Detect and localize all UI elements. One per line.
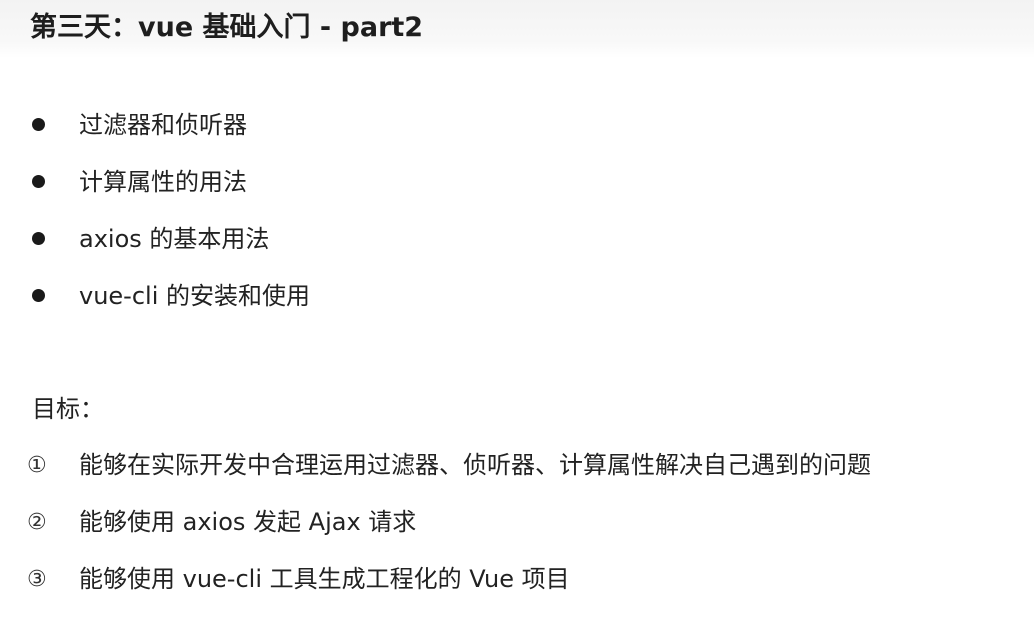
bullet-icon xyxy=(32,289,45,302)
bullet-icon xyxy=(32,118,45,131)
goal-number: ② xyxy=(27,510,47,535)
bullet-icon xyxy=(32,232,45,245)
topic-text: 计算属性的用法 xyxy=(79,168,247,196)
title-bar: 第三天：vue 基础入门 - part2 xyxy=(0,0,1034,58)
goal-text: 能够使用 vue-cli 工具生成工程化的 Vue 项目 xyxy=(79,565,570,593)
topic-text: vue-cli 的安装和使用 xyxy=(79,282,310,310)
bullet-icon xyxy=(32,175,45,188)
page-title: 第三天：vue 基础入门 - part2 xyxy=(30,12,424,43)
goals-heading: 目标： xyxy=(32,395,104,423)
goal-text: 能够使用 axios 发起 Ajax 请求 xyxy=(79,508,417,536)
topic-text: axios 的基本用法 xyxy=(79,225,270,253)
goal-number: ① xyxy=(27,453,47,478)
goal-text: 能够在实际开发中合理运用过滤器、侦听器、计算属性解决自己遇到的问题 xyxy=(79,451,871,479)
goal-number: ③ xyxy=(27,567,47,592)
topic-text: 过滤器和侦听器 xyxy=(79,111,247,139)
